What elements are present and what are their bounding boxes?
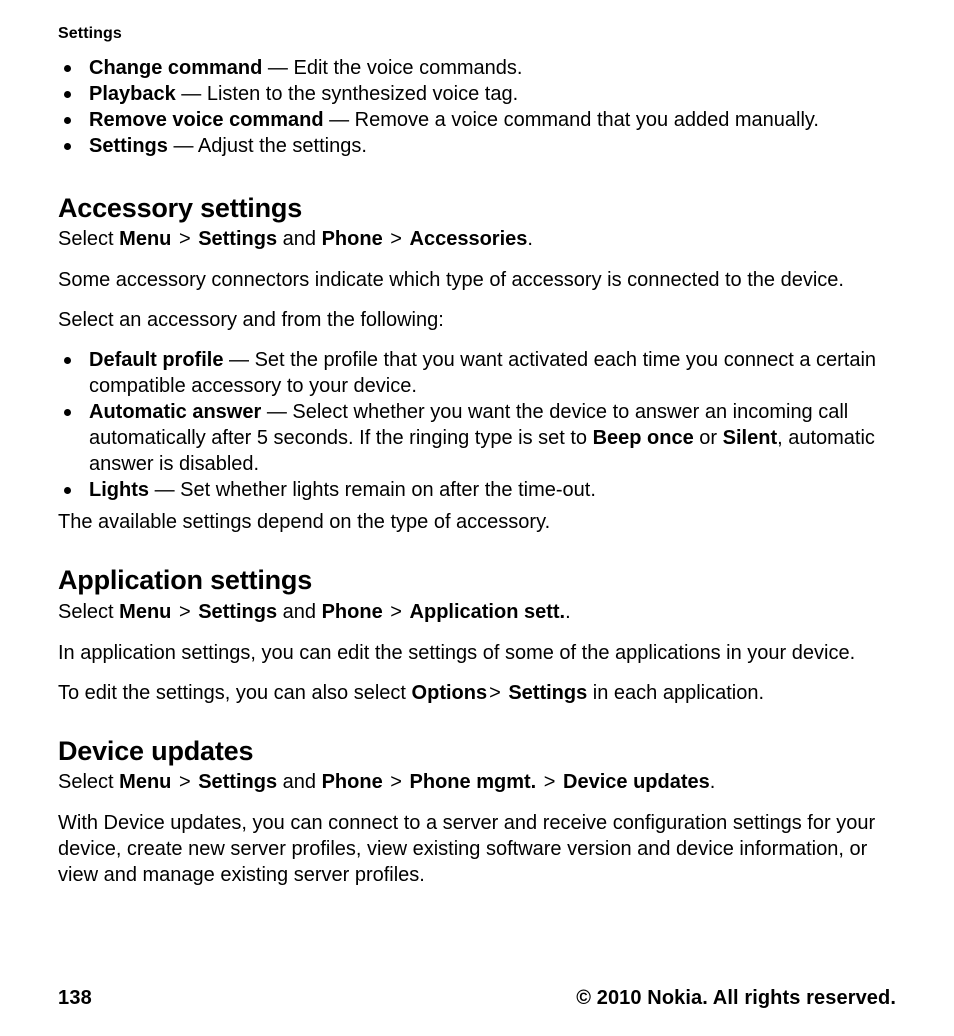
page-footer: 138 © 2010 Nokia. All rights reserved. <box>58 987 896 1010</box>
accessory-intro-paragraph: Some accessory connectors indicate which… <box>58 269 844 292</box>
bullet-dash: — <box>181 83 202 106</box>
select-label: Select <box>58 228 114 251</box>
path-item-options: Options <box>411 681 488 704</box>
bullet-term: Settings <box>89 135 168 158</box>
path-end-punctuation: . <box>709 770 716 793</box>
path-item-menu: Menu <box>119 770 172 793</box>
bullet-term: Playback <box>89 83 176 106</box>
bullet-emphasis-silent: Silent <box>722 427 778 450</box>
list-item: Lights — Set whether lights remain on af… <box>58 477 896 503</box>
path-item-phone: Phone <box>321 600 383 623</box>
running-head: Settings <box>58 25 122 42</box>
bullet-dash: — <box>267 57 288 80</box>
bullet-dash: — <box>266 401 287 424</box>
list-item: Automatic answer — Select whether you wa… <box>58 399 896 477</box>
bullet-emphasis-beep-once: Beep once <box>592 427 694 450</box>
bullet-term: Lights <box>89 479 149 502</box>
path-item-settings: Settings <box>198 770 278 793</box>
copyright-notice: © 2010 Nokia. All rights reserved. <box>576 987 896 1009</box>
path-end-punctuation: . <box>527 228 533 251</box>
path-item-menu: Menu <box>119 600 172 623</box>
bullet-description: Listen to the synthesized voice tag. <box>206 83 519 106</box>
path-separator-icon: > <box>489 681 501 704</box>
path-separator-icon: > <box>178 228 191 251</box>
section-heading-accessory-settings: Accessory settings <box>58 193 303 224</box>
page-number: 138 <box>58 987 92 1009</box>
select-label: Select <box>58 600 114 623</box>
paragraph-text-after: in each application. <box>587 681 765 704</box>
path-item-application-sett: Application sett. <box>409 600 566 623</box>
path-conjunction: and <box>282 228 317 251</box>
bullet-dash: — <box>154 479 175 502</box>
path-separator-icon: > <box>390 228 402 251</box>
bullet-description: Adjust the settings. <box>197 135 367 158</box>
path-item-phone: Phone <box>321 228 383 251</box>
paragraph-text-before: To edit the settings, you can also selec… <box>58 681 412 704</box>
path-item-settings: Settings <box>508 681 588 704</box>
path-item-phone-mgmt: Phone mgmt. <box>409 770 537 793</box>
bullet-description: Remove a voice command that you added ma… <box>354 109 819 132</box>
application-settings-paragraph-2: To edit the settings, you can also selec… <box>58 680 896 706</box>
select-path-accessory-settings: Select Menu > Settings and Phone > Acces… <box>58 226 896 252</box>
list-item: Default profile — Set the profile that y… <box>58 347 896 399</box>
select-label: Select <box>58 770 114 793</box>
select-path-device-updates: Select Menu > Settings and Phone > Phone… <box>58 769 896 795</box>
list-item: Remove voice command — Remove a voice co… <box>58 107 896 133</box>
path-item-settings: Settings <box>198 600 278 623</box>
path-separator-icon: > <box>543 770 556 793</box>
path-separator-icon: > <box>390 770 402 793</box>
path-separator-icon: > <box>390 600 402 623</box>
accessory-outro-paragraph: The available settings depend on the typ… <box>58 511 551 534</box>
path-item-menu: Menu <box>119 228 172 251</box>
path-item-device-updates: Device updates <box>563 770 710 793</box>
application-settings-paragraph-1: In application settings, you can edit th… <box>58 641 856 664</box>
section-heading-application-settings: Application settings <box>58 565 313 596</box>
voice-command-bullet-list: Change command — Edit the voice commands… <box>58 55 896 159</box>
path-end-punctuation: . <box>565 600 571 623</box>
bullet-description: Edit the voice commands. <box>293 57 523 80</box>
bullet-term: Remove voice command <box>89 109 324 132</box>
bullet-term: Default profile <box>89 349 224 372</box>
path-separator-icon: > <box>178 770 191 793</box>
bullet-dash: — <box>229 349 250 372</box>
list-item: Playback — Listen to the synthesized voi… <box>58 81 896 107</box>
device-updates-paragraph-1: With Device updates, you can connect to … <box>58 811 876 886</box>
bullet-term: Automatic answer <box>89 401 262 424</box>
path-item-settings: Settings <box>198 228 278 251</box>
path-conjunction: and <box>282 600 317 623</box>
bullet-description: Set whether lights remain on after the t… <box>180 479 596 502</box>
section-heading-device-updates: Device updates <box>58 735 254 766</box>
bullet-dash: — <box>329 109 350 132</box>
accessory-lead-in-paragraph: Select an accessory and from the followi… <box>58 309 444 332</box>
select-path-application-settings: Select Menu > Settings and Phone > Appli… <box>58 599 896 625</box>
path-item-phone: Phone <box>321 770 383 793</box>
manual-page: Settings Change command — Edit the voice… <box>0 0 954 1036</box>
path-item-accessories: Accessories <box>409 228 528 251</box>
list-item: Change command — Edit the voice commands… <box>58 55 896 81</box>
accessory-bullet-list: Default profile — Set the profile that y… <box>58 347 896 503</box>
bullet-term: Change command <box>89 57 263 80</box>
path-conjunction: and <box>282 770 317 793</box>
path-separator-icon: > <box>178 600 191 623</box>
bullet-conjunction: or <box>693 427 723 450</box>
bullet-dash: — <box>173 135 194 158</box>
list-item: Settings — Adjust the settings. <box>58 133 896 159</box>
